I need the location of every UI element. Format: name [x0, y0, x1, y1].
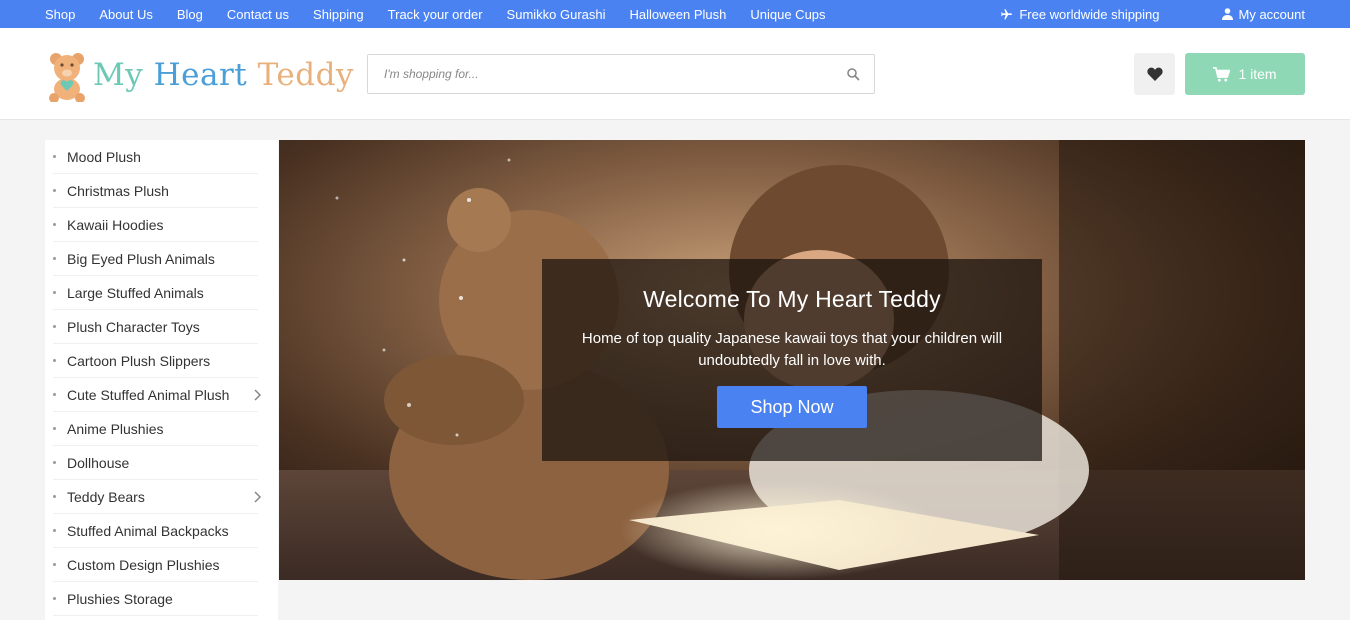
category-item-big-eyed-plush-animals[interactable]: Big Eyed Plush Animals	[53, 242, 258, 276]
bullet-icon	[53, 427, 56, 430]
teddy-bear-logo-icon	[49, 53, 85, 102]
hero-caption-box: Welcome To My Heart Teddy Home of top qu…	[542, 259, 1042, 461]
category-item-stuffed-animal-backpacks[interactable]: Stuffed Animal Backpacks	[53, 514, 258, 548]
free-shipping-notice: Free worldwide shipping	[1000, 6, 1160, 22]
search-input[interactable]	[368, 55, 828, 93]
logo-word-2: Heart	[153, 56, 248, 93]
bullet-icon	[53, 393, 56, 396]
logo-word-1: My	[93, 56, 144, 93]
top-nav-link-contact-us[interactable]: Contact us	[227, 7, 289, 22]
bullet-icon	[53, 257, 56, 260]
top-nav-link-shipping[interactable]: Shipping	[313, 7, 364, 22]
category-label: Mood Plush	[67, 148, 141, 165]
cart-count-label: 1 item	[1238, 66, 1277, 82]
my-account-label: My account	[1238, 6, 1305, 22]
bullet-icon	[53, 597, 56, 600]
category-item-anime-plushies[interactable]: Anime Plushies	[53, 412, 258, 446]
bullet-icon	[53, 461, 56, 464]
category-label: Large Stuffed Animals	[67, 284, 204, 301]
bullet-icon	[53, 359, 56, 362]
category-label: Plushies Storage	[67, 590, 173, 607]
top-nav-link-track-order[interactable]: Track your order	[388, 7, 483, 22]
category-list: Mood Plush Christmas Plush Kawaii Hoodie…	[45, 140, 278, 616]
logo-wordmark: My Heart Teddy	[93, 57, 354, 93]
search-box	[367, 54, 875, 94]
search-icon[interactable]	[846, 67, 860, 81]
chevron-right-icon	[254, 491, 262, 503]
bullet-icon	[53, 291, 56, 294]
top-nav-link-sumikko-gurashi[interactable]: Sumikko Gurashi	[507, 7, 606, 22]
category-label: Stuffed Animal Backpacks	[67, 522, 229, 539]
wishlist-button[interactable]	[1134, 53, 1175, 95]
category-label: Christmas Plush	[67, 182, 169, 199]
category-label: Dollhouse	[67, 454, 130, 471]
top-nav-link-unique-cups[interactable]: Unique Cups	[750, 7, 825, 22]
bullet-icon	[53, 189, 56, 192]
category-label: Anime Plushies	[67, 420, 164, 437]
cart-button[interactable]: 1 item	[1185, 53, 1305, 95]
logo[interactable]: My Heart Teddy	[45, 47, 354, 102]
hero-banner: Welcome To My Heart Teddy Home of top qu…	[279, 140, 1305, 580]
top-nav-link-halloween-plush[interactable]: Halloween Plush	[630, 7, 727, 22]
heart-icon	[1146, 67, 1163, 81]
top-nav-link-shop[interactable]: Shop	[45, 7, 75, 22]
hero-title: Welcome To My Heart Teddy	[643, 286, 941, 312]
category-item-christmas-plush[interactable]: Christmas Plush	[53, 174, 258, 208]
category-label: Big Eyed Plush Animals	[67, 250, 215, 267]
header: My Heart Teddy 1 item	[0, 28, 1350, 120]
category-item-large-stuffed-animals[interactable]: Large Stuffed Animals	[53, 276, 258, 310]
category-label: Kawaii Hoodies	[67, 216, 164, 233]
hero-subtitle: Home of top quality Japanese kawaii toys…	[581, 330, 1003, 369]
my-account-link[interactable]: My account	[1221, 6, 1305, 22]
category-item-plush-character-toys[interactable]: Plush Character Toys	[53, 310, 258, 344]
bullet-icon	[53, 155, 56, 158]
category-label: Plush Character Toys	[67, 318, 200, 335]
category-item-dollhouse[interactable]: Dollhouse	[53, 446, 258, 480]
category-sidebar: Mood Plush Christmas Plush Kawaii Hoodie…	[45, 140, 278, 620]
category-item-teddy-bears[interactable]: Teddy Bears	[53, 480, 262, 514]
airplane-icon	[1001, 8, 1013, 19]
category-item-mood-plush[interactable]: Mood Plush	[53, 140, 258, 174]
free-shipping-label: Free worldwide shipping	[1019, 6, 1160, 22]
chevron-right-icon	[254, 389, 262, 401]
bullet-icon	[53, 529, 56, 532]
category-item-custom-design-plushies[interactable]: Custom Design Plushies	[53, 548, 258, 582]
user-icon	[1221, 8, 1233, 20]
category-label: Cartoon Plush Slippers	[67, 352, 211, 369]
cart-icon	[1213, 66, 1231, 82]
top-bar: Shop About Us Blog Contact us Shipping T…	[0, 0, 1350, 28]
bullet-icon	[53, 563, 56, 566]
category-label: Custom Design Plushies	[67, 556, 220, 573]
category-label: Teddy Bears	[67, 488, 145, 505]
category-item-cartoon-plush-slippers[interactable]: Cartoon Plush Slippers	[53, 344, 258, 378]
top-bar-right: Free worldwide shipping My account	[1000, 0, 1305, 28]
category-item-plushies-storage[interactable]: Plushies Storage	[53, 582, 258, 616]
bullet-icon	[53, 495, 56, 498]
bullet-icon	[53, 223, 56, 226]
category-label: Cute Stuffed Animal Plush	[67, 386, 230, 403]
logo-word-3: Teddy	[257, 56, 354, 93]
category-item-kawaii-hoodies[interactable]: Kawaii Hoodies	[53, 208, 258, 242]
bullet-icon	[53, 325, 56, 328]
top-nav-link-about-us[interactable]: About Us	[99, 7, 152, 22]
category-item-cute-stuffed-animal-plush[interactable]: Cute Stuffed Animal Plush	[53, 378, 262, 412]
top-nav: Shop About Us Blog Contact us Shipping T…	[45, 0, 850, 28]
shop-now-button[interactable]: Shop Now	[717, 386, 867, 428]
top-nav-link-blog[interactable]: Blog	[177, 7, 203, 22]
